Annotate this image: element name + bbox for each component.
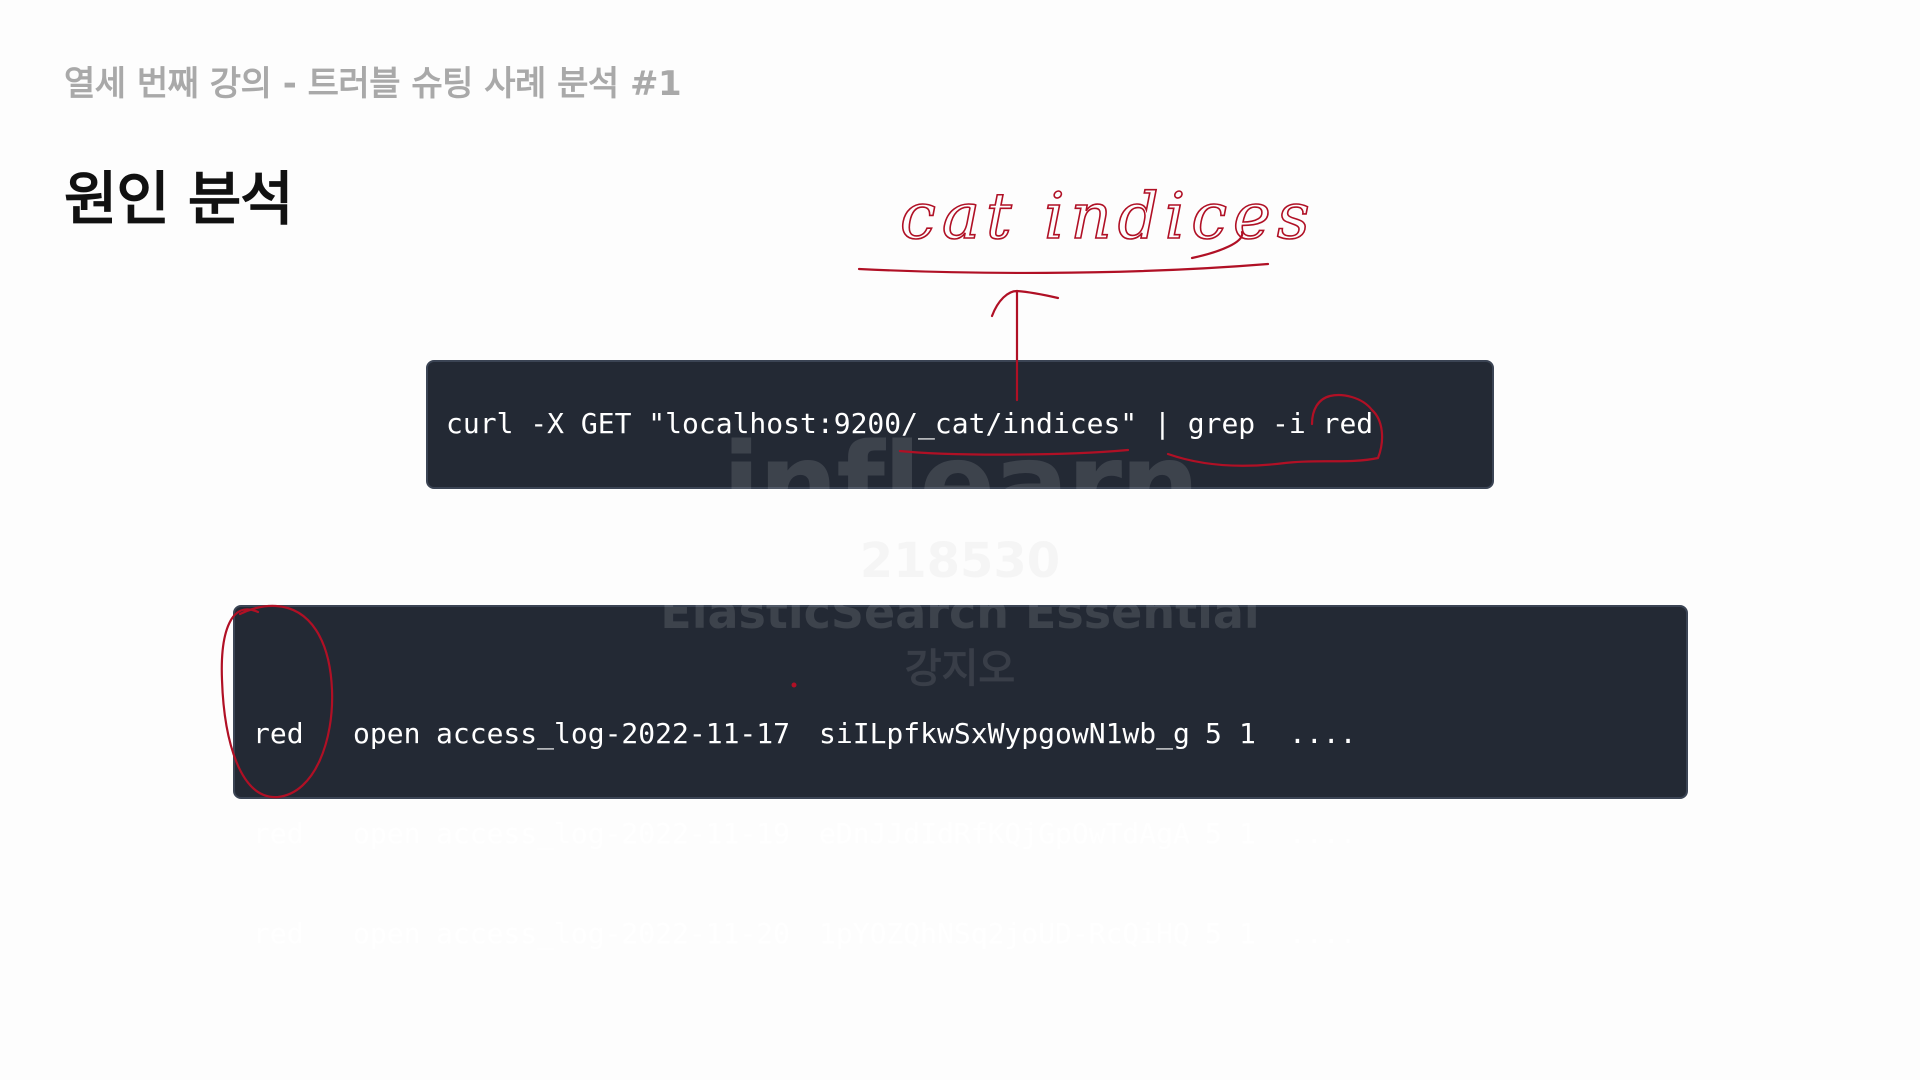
health-cell: red <box>253 717 304 750</box>
watermark-user-id: 218530 <box>859 533 1061 589</box>
ellipsis-cell: .... <box>1289 817 1357 850</box>
uuid-cell: 1pYOZQhNSq2joUD-RcQiHQ <box>819 917 1190 950</box>
replica-shards-cell: 1 <box>1239 917 1256 950</box>
health-cell: red <box>253 817 304 850</box>
status-cell: open <box>353 917 421 950</box>
result-row: red open access_log-2022-11-19 eDnJJdIdR… <box>253 817 1369 851</box>
result-row: red open access_log-2022-11-17 siILpfkwS… <box>253 717 1369 751</box>
primary-shards-cell: 5 <box>1205 817 1222 850</box>
status-cell: open <box>353 717 421 750</box>
replica-shards-cell: 1 <box>1239 717 1256 750</box>
index-cell: access_log-2022-11-20 <box>436 917 791 950</box>
health-cell: red <box>253 917 304 950</box>
command-code-block: curl -X GET "localhost:9200/_cat/indices… <box>426 360 1494 489</box>
primary-shards-cell: 5 <box>1205 917 1222 950</box>
note-underline-tail <box>1190 230 1244 260</box>
uuid-cell: eDnJJdIdRfKQjGpOwTdAgA <box>819 817 1190 850</box>
result-code-block: red open access_log-2022-11-17 siILpfkwS… <box>233 605 1688 950</box>
primary-shards-cell: 5 <box>1205 717 1222 750</box>
note-underline <box>857 262 1270 275</box>
status-cell: open <box>353 817 421 850</box>
ellipsis-cell: .... <box>1289 917 1357 950</box>
result-row: red open access_log-2022-11-20 1pYOZQhNS… <box>253 917 1369 951</box>
index-cell: access_log-2022-11-17 <box>436 717 791 750</box>
ellipsis-cell: .... <box>1289 717 1357 750</box>
lecture-subtitle: 열세 번째 강의 - 트러블 슈팅 사례 분석 #1 <box>64 64 682 104</box>
handwritten-note: cat indices <box>900 180 1316 254</box>
uuid-cell: siILpfkwSxWypgowN1wb_g <box>819 717 1190 750</box>
replica-shards-cell: 1 <box>1239 817 1256 850</box>
index-cell: access_log-2022-11-19 <box>436 817 791 850</box>
curl-command-text: curl -X GET "localhost:9200/_cat/indices… <box>446 407 1374 440</box>
result-rows: red open access_log-2022-11-17 siILpfkwS… <box>253 651 1369 1017</box>
slide-title: 원인 분석 <box>64 165 294 233</box>
